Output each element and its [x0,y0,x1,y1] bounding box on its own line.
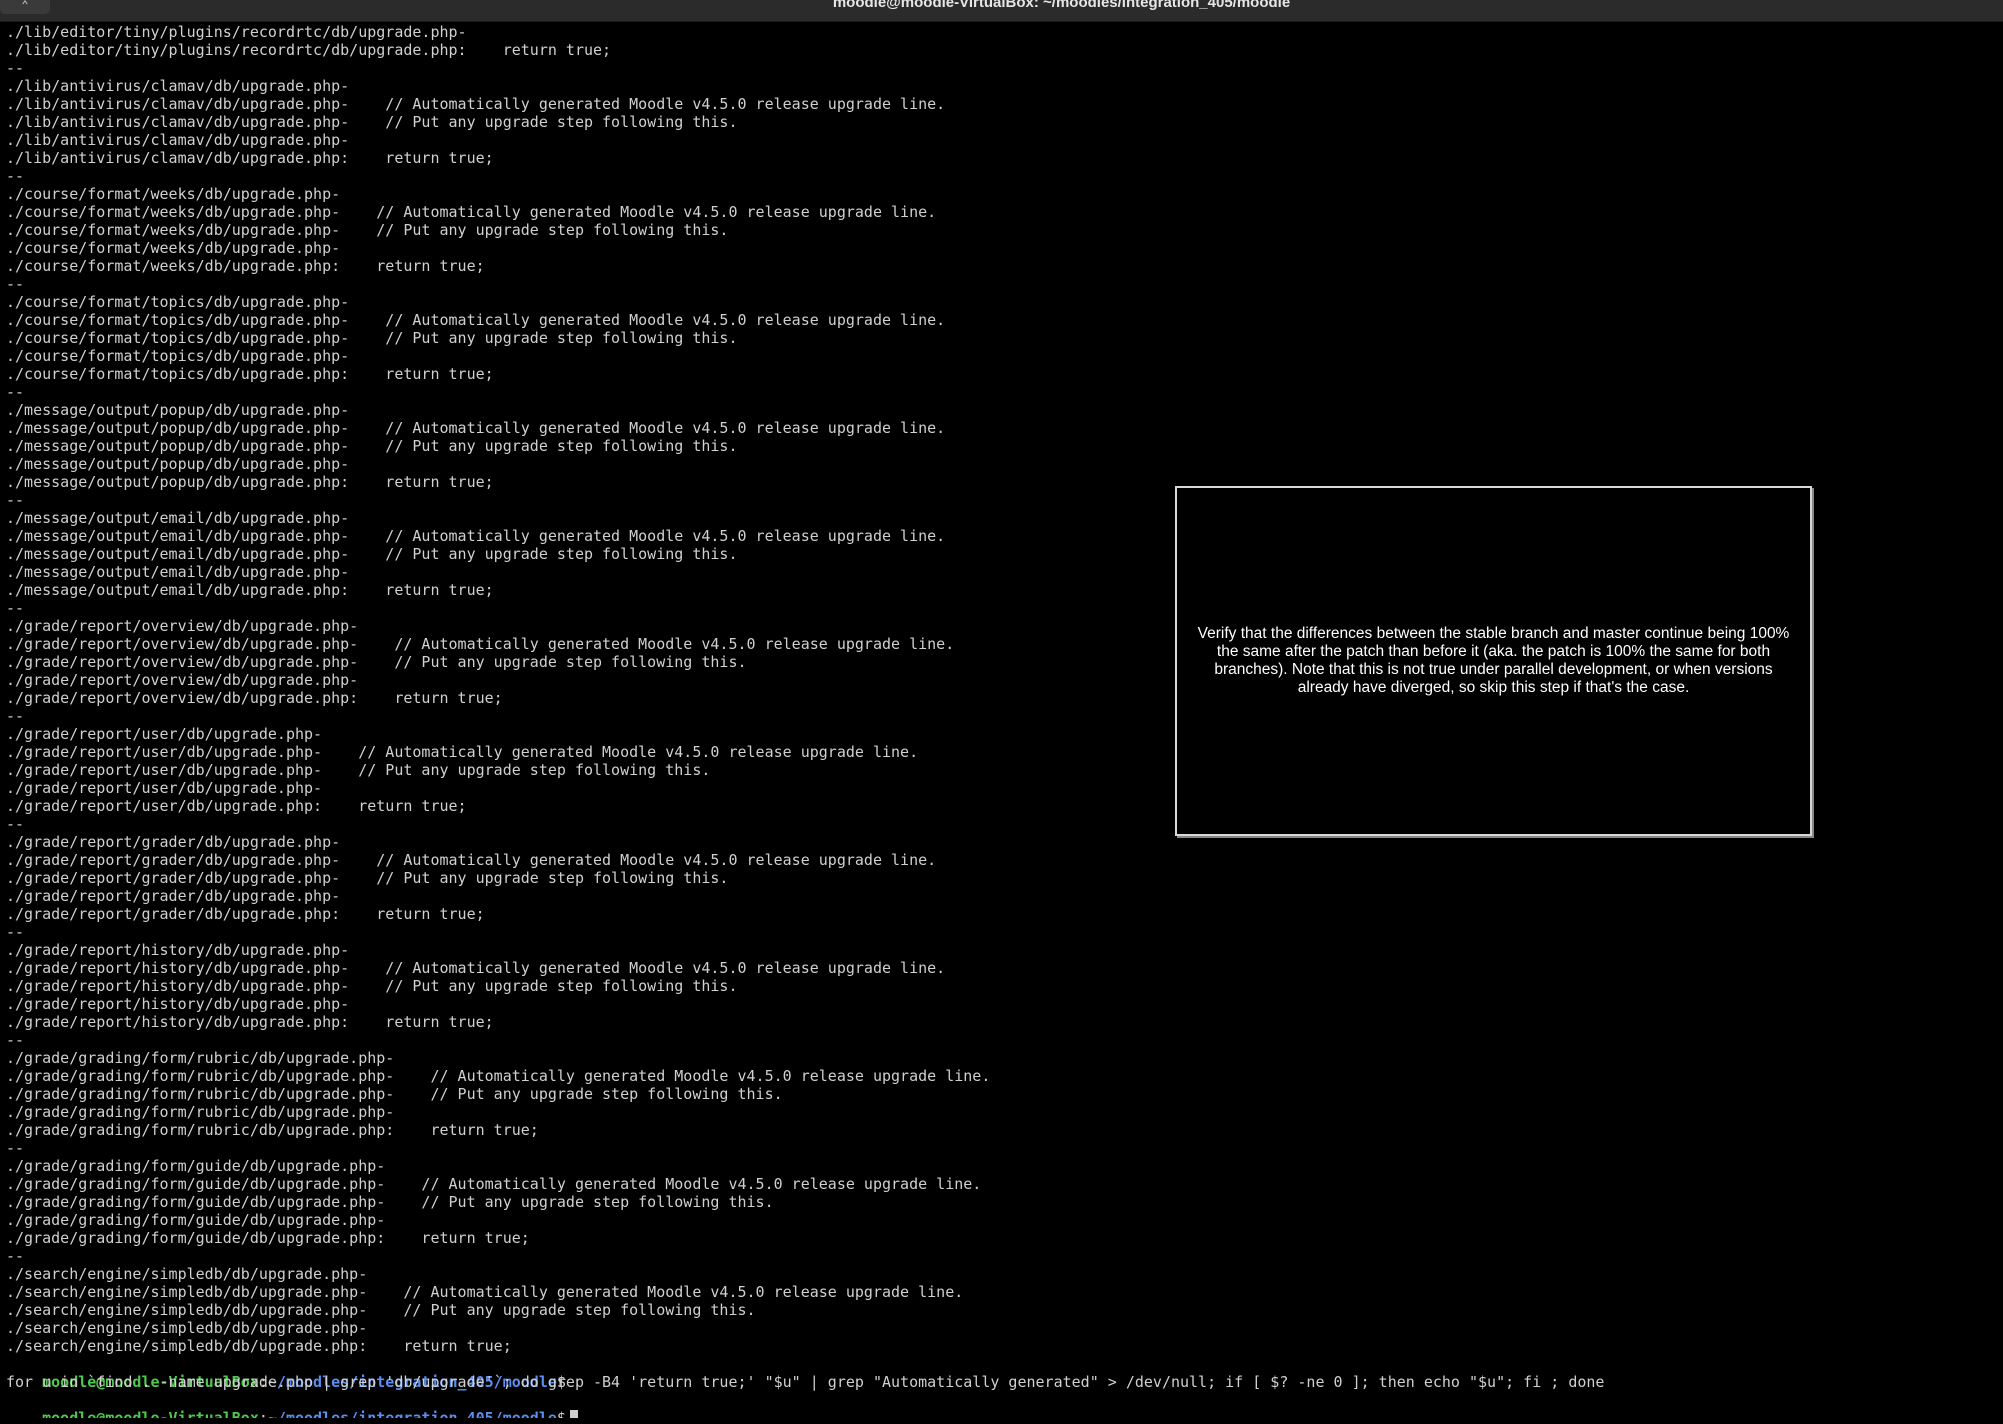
output-line: ./message/output/popup/db/upgrade.php- /… [6,419,946,437]
prompt-symbol: $ [556,1409,566,1418]
output-line: ./search/engine/simpledb/db/upgrade.php-… [6,1301,756,1319]
output-line: ./lib/antivirus/clamav/db/upgrade.php- /… [6,95,946,113]
output-line: ./course/format/weeks/db/upgrade.php- //… [6,221,729,239]
window-titlebar: ⌃ moodle@moodle-VirtualBox: ~/moodles/in… [0,0,2003,22]
output-line: ./course/format/topics/db/upgrade.php- /… [6,329,738,347]
output-line: ./message/output/popup/db/upgrade.php- /… [6,437,738,455]
output-line: ./course/format/topics/db/upgrade.php- [6,347,350,365]
output-line: ./course/format/weeks/db/upgrade.php- //… [6,203,937,221]
command-line: for u in `find . -name upgrade.php | gre… [6,1373,1605,1391]
output-line: ./lib/antivirus/clamav/db/upgrade.php- /… [6,113,738,131]
output-line: ./search/engine/simpledb/db/upgrade.php-… [6,1283,964,1301]
output-line: ./grade/grading/form/rubric/db/upgrade.p… [6,1121,539,1139]
output-line: ./course/format/weeks/db/upgrade.php- [6,185,341,203]
output-line: ./grade/report/history/db/upgrade.php- [6,941,350,959]
window-title: moodle@moodle-VirtualBox: ~/moodles/inte… [832,0,1291,11]
output-line: ./grade/report/history/db/upgrade.php: r… [6,1013,494,1031]
output-line: ./course/format/topics/db/upgrade.php- /… [6,311,946,329]
prompt-separator: : [258,1409,268,1418]
output-line: -- [6,383,25,401]
output-line: ./course/format/weeks/db/upgrade.php: re… [6,257,485,275]
output-line: -- [6,923,25,941]
output-line: ./grade/grading/form/guide/db/upgrade.ph… [6,1229,530,1247]
output-line: ./grade/grading/form/rubric/db/upgrade.p… [6,1067,991,1085]
output-line: ./grade/grading/form/guide/db/upgrade.ph… [6,1175,982,1193]
output-line: ./grade/grading/form/guide/db/upgrade.ph… [6,1157,386,1175]
output-line: ./message/output/popup/db/upgrade.php- [6,401,350,419]
prompt-path: ~/moodles/integration_405/moodle [267,1409,557,1418]
output-line: ./lib/antivirus/clamav/db/upgrade.php- [6,77,350,95]
output-line: ./course/format/weeks/db/upgrade.php- [6,239,341,257]
output-line: ./grade/report/history/db/upgrade.php- [6,995,350,1013]
output-line: -- [6,1247,25,1265]
output-line: ./search/engine/simpledb/db/upgrade.php- [6,1265,368,1283]
output-line: ./grade/grading/form/rubric/db/upgrade.p… [6,1085,783,1103]
output-line: ./grade/report/grader/db/upgrade.php- [6,887,341,905]
output-line: -- [6,275,25,293]
prompt-user: moodle@moodle-VirtualBox [42,1409,259,1418]
active-prompt-line[interactable]: moodle@moodle-VirtualBox:~/moodles/integ… [6,1391,1996,1418]
output-line: ./grade/report/grader/db/upgrade.php- //… [6,851,937,869]
output-line: ./grade/grading/form/rubric/db/upgrade.p… [6,1049,395,1067]
text-cursor [569,1410,578,1418]
output-line: -- [6,167,25,185]
output-line: ./course/format/topics/db/upgrade.php- [6,293,350,311]
output-line: ./grade/report/history/db/upgrade.php- /… [6,959,946,977]
output-line: -- [6,1139,25,1157]
output-line: ./course/format/topics/db/upgrade.php: r… [6,365,494,383]
output-line: ./grade/report/grader/db/upgrade.php: re… [6,905,485,923]
output-line: ./lib/antivirus/clamav/db/upgrade.php: r… [6,149,494,167]
output-line: ./lib/antivirus/clamav/db/upgrade.php- [6,131,350,149]
output-line: ./search/engine/simpledb/db/upgrade.php:… [6,1337,512,1355]
output-line: ./lib/editor/tiny/plugins/recordrtc/db/u… [6,23,467,41]
output-line: ./grade/grading/form/rubric/db/upgrade.p… [6,1103,395,1121]
output-line: ./grade/report/history/db/upgrade.php- /… [6,977,738,995]
prompt-line: moodle@moodle-VirtualBox:~/moodles/integ… [6,1355,1996,1391]
output-line: ./lib/editor/tiny/plugins/recordrtc/db/u… [6,41,612,59]
output-line: ./grade/grading/form/guide/db/upgrade.ph… [6,1193,774,1211]
instruction-text: Verify that the differences between the … [1197,625,1790,696]
output-line: -- [6,1031,25,1049]
instruction-overlay: Verify that the differences between the … [1175,486,1812,836]
output-line: ./grade/report/grader/db/upgrade.php- //… [6,869,729,887]
output-line: ./message/output/popup/db/upgrade.php- [6,455,350,473]
output-line: ./search/engine/simpledb/db/upgrade.php- [6,1319,368,1337]
output-line: ./grade/grading/form/guide/db/upgrade.ph… [6,1211,386,1229]
output-line: -- [6,59,25,77]
